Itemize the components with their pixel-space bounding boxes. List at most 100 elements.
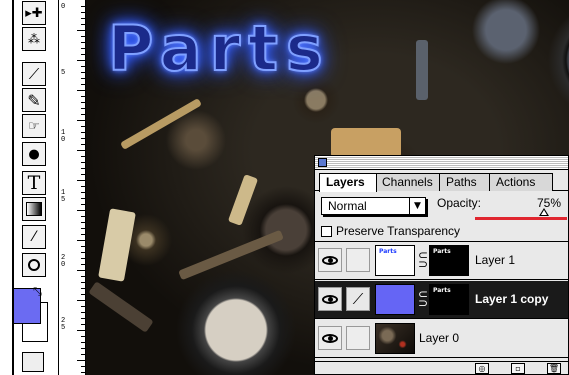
ruler-tick bbox=[81, 312, 85, 313]
paintbrush-icon: ⟋ bbox=[352, 290, 364, 308]
type-icon: T bbox=[27, 172, 41, 194]
tab-label: Actions bbox=[496, 175, 536, 189]
tab-actions[interactable]: Actions bbox=[489, 173, 553, 191]
preserve-transparency-checkbox[interactable] bbox=[321, 226, 332, 237]
eye-icon bbox=[322, 294, 338, 304]
ruler-tick bbox=[81, 264, 85, 265]
zoom-tool[interactable] bbox=[22, 253, 46, 277]
blend-mode-value: Normal bbox=[328, 199, 367, 213]
thumbnail-text: Parts bbox=[433, 248, 451, 255]
ruler-tick bbox=[77, 150, 85, 151]
ruler-tick bbox=[81, 282, 85, 283]
swap-colors-icon[interactable]: ⤡ bbox=[33, 285, 42, 299]
layer-link-cell[interactable]: ⟋ bbox=[346, 287, 370, 311]
ruler-tick bbox=[81, 72, 85, 73]
quick-mask-button[interactable] bbox=[22, 352, 44, 372]
paintbrush-tool[interactable]: ⟋ bbox=[22, 62, 46, 86]
ruler-tick bbox=[77, 300, 85, 301]
smudge-tool[interactable]: ☞ bbox=[22, 114, 46, 138]
ruler-tick bbox=[81, 204, 85, 205]
ruler-tick bbox=[81, 132, 85, 133]
layer-mask-thumbnail: Parts bbox=[429, 245, 469, 276]
zoom-icon bbox=[28, 259, 40, 271]
magic-wand-tool[interactable]: ⁂ bbox=[22, 27, 46, 51]
burn-icon: ● bbox=[28, 146, 40, 162]
ruler-tick bbox=[81, 354, 85, 355]
blend-mode-select[interactable]: Normal ▼ bbox=[321, 197, 426, 215]
layer-link-cell[interactable] bbox=[346, 326, 370, 350]
vertical-ruler: 0 5 1 0 1 5 2 0 2 5 bbox=[58, 0, 86, 375]
eyedropper-tool[interactable]: ⁄ bbox=[22, 225, 46, 249]
ruler-tick bbox=[77, 90, 85, 91]
mask-link-icon[interactable]: ⊂ ⊃ bbox=[418, 288, 428, 309]
chevron-down-icon: ▼ bbox=[409, 198, 425, 214]
layer-thumbnail bbox=[375, 284, 415, 315]
type-tool[interactable]: T bbox=[22, 171, 46, 195]
ruler-tick bbox=[81, 48, 85, 49]
add-mask-button[interactable]: ◎ bbox=[475, 363, 489, 374]
ruler-tick bbox=[81, 306, 85, 307]
pencil-tool[interactable]: ✎ bbox=[22, 88, 46, 112]
new-layer-button[interactable]: ▫ bbox=[511, 363, 525, 374]
ruler-tick bbox=[81, 96, 85, 97]
ruler-tick bbox=[77, 360, 85, 361]
ruler-tick bbox=[81, 24, 85, 25]
ruler-tick bbox=[81, 108, 85, 109]
ruler-tick bbox=[81, 186, 85, 187]
opacity-slider-track[interactable] bbox=[475, 217, 567, 220]
ruler-tick bbox=[81, 246, 85, 247]
eye-icon bbox=[322, 255, 338, 265]
layer-thumbnail bbox=[375, 323, 415, 354]
ruler-tick bbox=[81, 12, 85, 13]
palette-footer: ◎ ▫ 🗑 bbox=[315, 361, 568, 374]
trash-icon[interactable]: 🗑 bbox=[547, 363, 561, 374]
ruler-tick bbox=[77, 210, 85, 211]
ruler-tick bbox=[77, 330, 85, 331]
ruler-tick bbox=[81, 114, 85, 115]
ruler-tick bbox=[81, 156, 85, 157]
ruler-label: 1 0 bbox=[61, 129, 66, 144]
tab-channels[interactable]: Channels bbox=[375, 173, 441, 191]
tab-paths[interactable]: Paths bbox=[439, 173, 491, 191]
tab-layers[interactable]: Layers bbox=[319, 173, 377, 192]
opacity-slider-thumb[interactable] bbox=[539, 208, 549, 216]
ruler-tick bbox=[77, 60, 85, 61]
ruler-tick bbox=[81, 318, 85, 319]
screw-shape bbox=[416, 40, 428, 100]
opacity-slider-thumb-inner bbox=[541, 210, 547, 215]
ruler-tick bbox=[81, 78, 85, 79]
eyedropper-icon: ⁄ bbox=[32, 229, 36, 245]
ruler-tick bbox=[81, 144, 85, 145]
layer-row-layer-0[interactable]: Layer 0 bbox=[315, 320, 568, 358]
layer-visibility-toggle[interactable] bbox=[318, 326, 342, 350]
ruler-tick bbox=[81, 366, 85, 367]
move-tool[interactable]: ▸✚ bbox=[22, 1, 46, 25]
layer-mask-thumbnail: Parts bbox=[429, 284, 469, 315]
ruler-tick bbox=[81, 102, 85, 103]
ruler-tick bbox=[81, 42, 85, 43]
gradient-tool[interactable] bbox=[22, 197, 46, 221]
ruler-tick bbox=[81, 174, 85, 175]
burn-tool[interactable]: ● bbox=[22, 142, 46, 166]
tab-label: Channels bbox=[382, 175, 433, 189]
layer-link-cell[interactable] bbox=[346, 248, 370, 272]
palette-titlebar[interactable] bbox=[315, 156, 568, 170]
ruler-tick bbox=[77, 180, 85, 181]
ruler-label: 0 bbox=[61, 3, 66, 11]
layer-name: Layer 1 bbox=[475, 253, 516, 267]
ruler-label: 5 bbox=[61, 69, 66, 77]
palette-tabs: Layers Channels Paths Actions bbox=[315, 171, 568, 192]
layer-visibility-toggle[interactable] bbox=[318, 248, 342, 272]
ruler-label: 2 5 bbox=[61, 317, 66, 332]
layer-row-layer-1[interactable]: Parts ⊂ ⊃ Parts Layer 1 bbox=[315, 242, 568, 280]
layer-thumbnail: Parts bbox=[375, 245, 415, 276]
eye-icon bbox=[322, 333, 338, 343]
layer-visibility-toggle[interactable] bbox=[318, 287, 342, 311]
palette-close-box[interactable] bbox=[318, 158, 327, 167]
ruler-tick bbox=[81, 258, 85, 259]
layer-row-layer-1-copy[interactable]: ⟋ ⊂ ⊃ Parts Layer 1 copy bbox=[315, 281, 568, 319]
move-icon: ▸✚ bbox=[25, 5, 43, 21]
canvas-glow-text: Parts bbox=[107, 12, 331, 85]
mask-link-icon[interactable]: ⊂ ⊃ bbox=[418, 249, 428, 270]
ruler-tick bbox=[81, 252, 85, 253]
